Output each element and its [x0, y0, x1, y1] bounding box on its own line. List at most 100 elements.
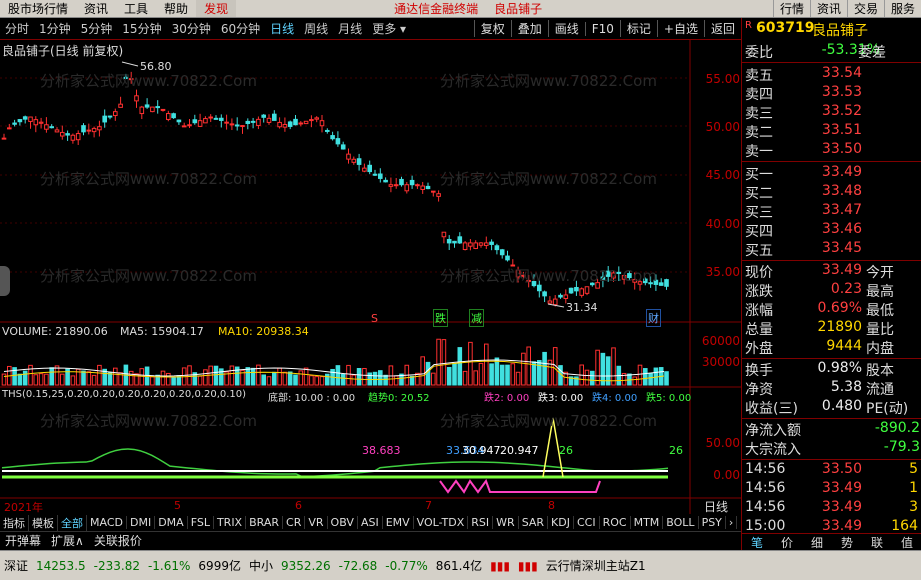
volume-bar [113, 367, 118, 386]
tab-price[interactable]: 价 [781, 534, 793, 550]
tab-vol-tdx[interactable]: VOL-TDX [414, 516, 469, 529]
period-more[interactable]: 更多 ▾ [367, 20, 411, 37]
volume-bar [319, 376, 325, 386]
sell3-label: 卖三 [745, 106, 773, 122]
buy-row-4[interactable]: 买四 33.46 [742, 221, 921, 240]
volume-bar [441, 339, 447, 386]
tab-linked[interactable]: 联 [871, 534, 883, 550]
tab-cr[interactable]: CR [283, 516, 306, 529]
tab-boll[interactable]: BOLL [663, 516, 699, 529]
r-flag: R [745, 20, 752, 31]
period-15min[interactable]: 15分钟 [117, 20, 166, 37]
left-scroll-handle[interactable] [0, 266, 10, 296]
period-60min[interactable]: 60分钟 [216, 20, 265, 37]
menu-market[interactable]: 股市场行情 [0, 0, 76, 17]
period-5min[interactable]: 5分钟 [76, 20, 118, 37]
tabs-scroll-right-icon[interactable]: › [726, 516, 738, 529]
menu-tools[interactable]: 工具 [116, 0, 156, 17]
tab-fsl[interactable]: FSL [188, 516, 214, 529]
menu-discover[interactable]: 发现 [196, 0, 237, 17]
tab-trend[interactable]: 势 [841, 534, 853, 550]
buy3-price: 33.47 [821, 202, 862, 218]
candle-body [272, 113, 277, 121]
tab-ticks[interactable]: 笔 [751, 534, 763, 550]
sell-row-5[interactable]: 卖五 33.54 [742, 65, 921, 84]
volume-bar [97, 364, 102, 386]
tab-all[interactable]: 全部 [58, 514, 87, 531]
tab-asi[interactable]: ASI [358, 516, 383, 529]
tick-volume: 164 [891, 518, 918, 534]
sell-row-3[interactable]: 卖三 33.52 [742, 103, 921, 122]
sell-row-1[interactable]: 卖一 33.50 [742, 141, 921, 160]
tab-trix[interactable]: TRIX [214, 516, 247, 529]
f10-button[interactable]: F10 [584, 21, 620, 36]
volume-bar [17, 373, 23, 386]
period-30min[interactable]: 30分钟 [167, 20, 216, 37]
danmaku-toggle[interactable]: 开弹幕 [0, 532, 46, 549]
candle-body [611, 272, 616, 279]
overlay-button[interactable]: 叠加 [510, 20, 548, 37]
add-watchlist-button[interactable]: +自选 [656, 20, 704, 37]
expand-button[interactable]: 扩展∧ [46, 532, 89, 549]
volume-bar [81, 370, 86, 386]
volume-bar [325, 373, 330, 386]
top-tab-trade[interactable]: 交易 [846, 0, 884, 17]
period-weekly[interactable]: 周线 [299, 20, 333, 37]
volume-bar [261, 374, 266, 386]
buy-row-2[interactable]: 买二 33.48 [742, 183, 921, 202]
zx-index-label[interactable]: 中小 [245, 557, 277, 574]
tab-wr[interactable]: WR [493, 516, 519, 529]
volume-bar [272, 371, 277, 386]
tab-sar[interactable]: SAR [519, 516, 549, 529]
draw-line-button[interactable]: 画线 [547, 20, 585, 37]
period-monthly[interactable]: 月线 [333, 20, 367, 37]
tab-value[interactable]: 值 [901, 534, 913, 550]
buy-row-5[interactable]: 买五 33.45 [742, 240, 921, 259]
top-tab-quotes[interactable]: 行情 [772, 0, 810, 17]
price-tick-40: 40.00 [705, 217, 740, 231]
server-name[interactable]: 云行情深圳主站Z1 [542, 557, 650, 574]
sz-index-label[interactable]: 深证 [0, 557, 32, 574]
period-1min[interactable]: 1分钟 [34, 20, 76, 37]
tab-macd[interactable]: MACD [87, 516, 127, 529]
tab-roc[interactable]: ROC [600, 516, 631, 529]
tab-brar[interactable]: BRAR [246, 516, 284, 529]
sell-row-2[interactable]: 卖二 33.51 [742, 122, 921, 141]
tab-psy[interactable]: PSY [699, 516, 726, 529]
sell-row-4[interactable]: 卖四 33.53 [742, 84, 921, 103]
top-tab-news[interactable]: 资讯 [809, 0, 847, 17]
buy-row-3[interactable]: 买三 33.47 [742, 202, 921, 221]
tab-obv[interactable]: OBV [328, 516, 358, 529]
candle-body [293, 118, 298, 126]
menu-news[interactable]: 资讯 [76, 0, 116, 17]
tab-cci[interactable]: CCI [574, 516, 600, 529]
adjust-button[interactable]: 复权 [473, 20, 511, 37]
tab-rsi[interactable]: RSI [468, 516, 494, 529]
tab-template[interactable]: 模板 [29, 514, 58, 531]
sell3-price: 33.52 [821, 103, 862, 119]
price-tick-50: 50.00 [705, 120, 740, 134]
volume-bar [383, 374, 388, 386]
tab-emv[interactable]: EMV [383, 516, 414, 529]
related-quotes-button[interactable]: 关联报价 [89, 532, 147, 549]
menu-help[interactable]: 帮助 [156, 0, 196, 17]
top-tab-service[interactable]: 服务 [883, 0, 921, 17]
kline-chart[interactable] [0, 40, 741, 514]
tab-mtm[interactable]: MTM [631, 516, 664, 529]
buy-row-1[interactable]: 买一 33.49 [742, 164, 921, 183]
candle-body [314, 117, 319, 120]
candle-body [568, 287, 574, 294]
tab-kdj[interactable]: KDJ [548, 516, 574, 529]
candle-body [139, 106, 145, 115]
tab-indicator[interactable]: 指标 [0, 514, 29, 531]
back-button[interactable]: 返回 [703, 20, 741, 37]
period-intraday[interactable]: 分时 [0, 20, 34, 37]
period-daily[interactable]: 日线 [265, 20, 299, 37]
tab-dma[interactable]: DMA [155, 516, 188, 529]
time-label-8: 8 [548, 499, 555, 512]
tab-dmi[interactable]: DMI [127, 516, 156, 529]
candle-body [75, 133, 81, 141]
mark-button[interactable]: 标记 [619, 20, 657, 37]
tab-detail[interactable]: 细 [811, 534, 823, 550]
tab-vr[interactable]: VR [305, 516, 328, 529]
